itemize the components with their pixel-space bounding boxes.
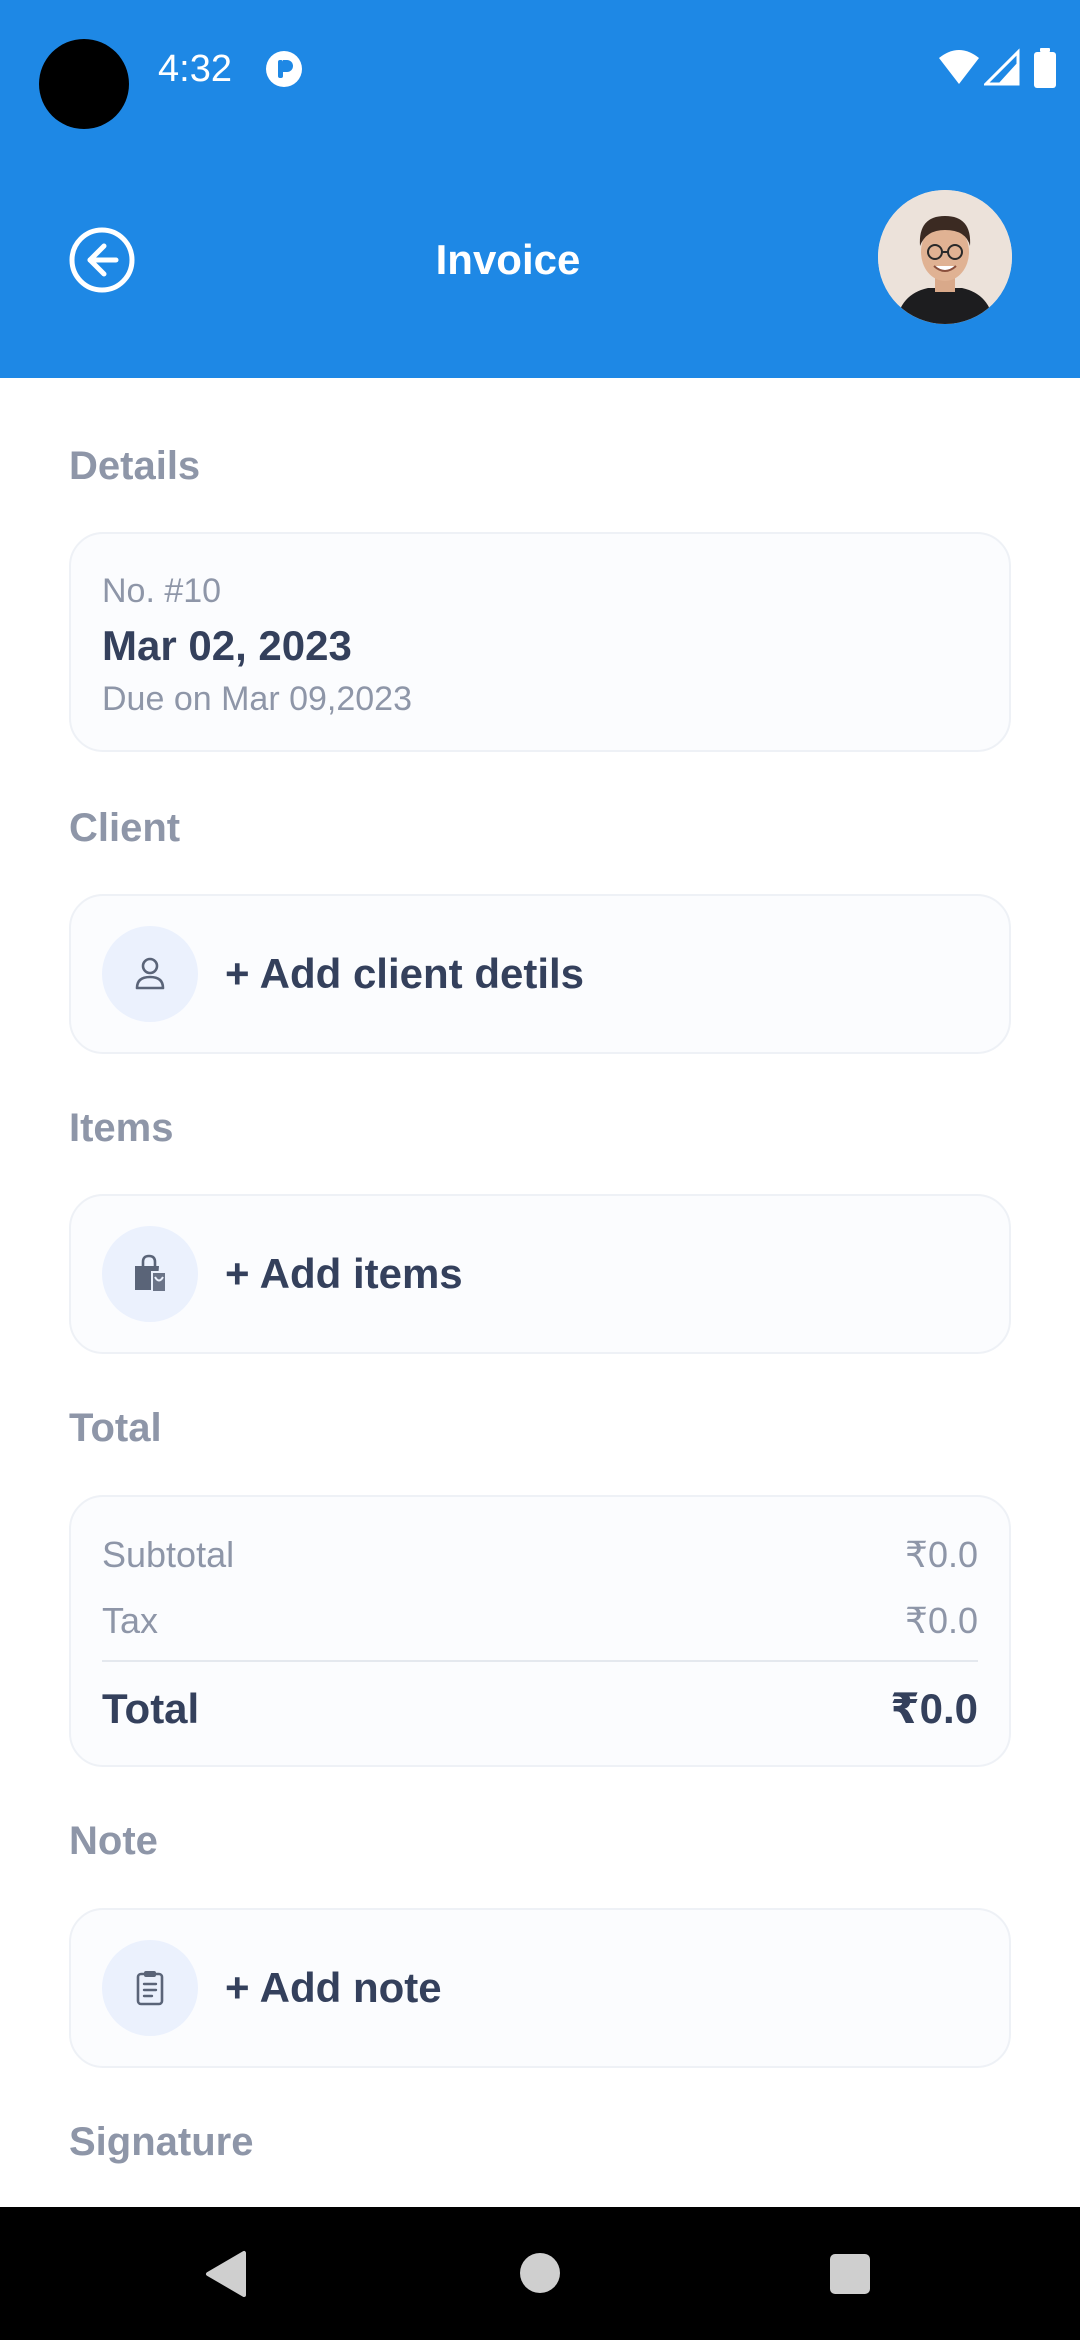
tax-value: ₹0.0 (905, 1600, 978, 1641)
section-title-total: Total (69, 1406, 162, 1450)
page-title: Invoice (435, 236, 581, 283)
note-icon-circle (102, 1940, 198, 2036)
system-nav-bar (0, 2207, 1080, 2340)
section-title-details: Details (69, 444, 201, 488)
items-icon-circle (102, 1226, 198, 1322)
totals-card: Subtotal ₹0.0 Tax ₹0.0 Total ₹0.0 (69, 1495, 1011, 1767)
cellular-signal-icon (984, 48, 1020, 86)
status-time: 4:32 (158, 48, 232, 90)
section-title-signature: Signature (69, 2120, 254, 2164)
status-bar: 4:32 (0, 0, 1080, 140)
battery-icon (1034, 48, 1056, 88)
home-circle-icon (520, 2253, 560, 2293)
invoice-screen: 4:32 Invoice Details No. #10 Mar 02, 202… (0, 0, 1080, 2340)
client-icon-circle (102, 926, 198, 1022)
totals-divider (102, 1660, 978, 1662)
details-card[interactable]: No. #10 Mar 02, 2023 Due on Mar 09,2023 (69, 532, 1011, 752)
user-avatar[interactable] (878, 190, 1012, 324)
invoice-date: Mar 02, 2023 (102, 622, 352, 669)
total-value: ₹0.0 (890, 1685, 978, 1732)
notification-app-icon (265, 50, 303, 88)
recents-square-icon (830, 2254, 870, 2294)
nav-back-button[interactable] (166, 2207, 286, 2340)
add-items-label: + Add items (225, 1250, 463, 1297)
back-triangle-icon (206, 2251, 246, 2297)
section-title-items: Items (69, 1106, 174, 1150)
subtotal-value: ₹0.0 (905, 1534, 978, 1575)
add-items-button[interactable]: + Add items (69, 1194, 1011, 1354)
clipboard-icon (136, 1971, 164, 2006)
nav-recents-button[interactable] (790, 2207, 910, 2340)
section-title-client: Client (69, 806, 181, 850)
tax-label: Tax (102, 1600, 159, 1641)
person-icon (135, 957, 165, 990)
wifi-icon (939, 50, 979, 84)
nav-home-button[interactable] (480, 2207, 600, 2340)
camera-cutout (39, 39, 129, 129)
section-title-note: Note (69, 1819, 158, 1863)
add-note-button[interactable]: + Add note (69, 1908, 1011, 2068)
add-note-label: + Add note (225, 1964, 442, 2011)
status-icons (938, 48, 1058, 88)
invoice-number: No. #10 (102, 572, 222, 610)
app-bar: 4:32 Invoice (0, 0, 1080, 378)
invoice-due-date: Due on Mar 09,2023 (102, 680, 412, 718)
add-client-button[interactable]: + Add client detils (69, 894, 1011, 1054)
add-client-label: + Add client detils (225, 950, 585, 997)
avatar-photo (878, 190, 1012, 324)
subtotal-label: Subtotal (102, 1534, 235, 1575)
total-label: Total (102, 1685, 200, 1732)
shopping-bag-icon (135, 1254, 167, 1293)
